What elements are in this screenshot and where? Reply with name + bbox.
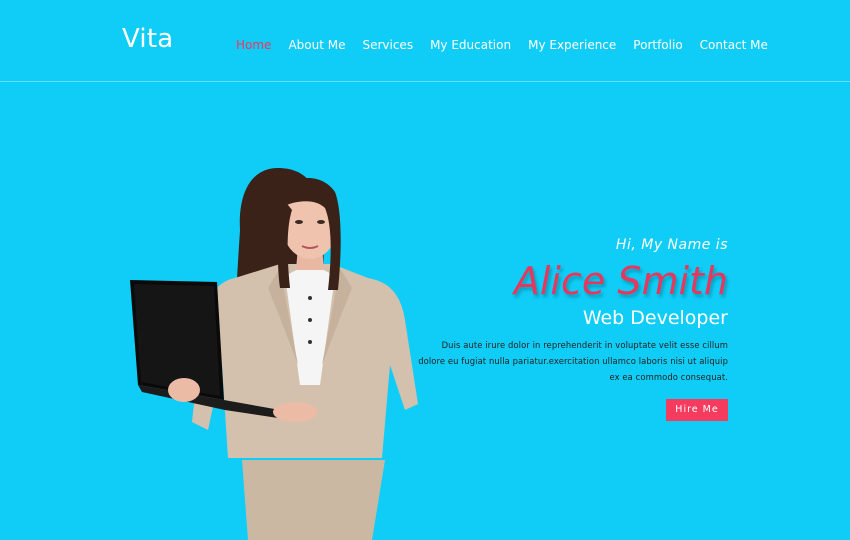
nav-link-about[interactable]: About Me [288, 38, 345, 52]
nav-item-education: My Education [430, 34, 511, 53]
nav-item-home: Home [236, 34, 271, 53]
hero-description: Duis aute irure dolor in reprehenderit i… [398, 337, 728, 385]
nav-link-contact[interactable]: Contact Me [700, 38, 768, 52]
hero-description-line: ex ea commodo consequat. [609, 372, 728, 382]
nav-link-home[interactable]: Home [236, 38, 271, 52]
nav-link-services[interactable]: Services [362, 38, 413, 52]
hero-role: Web Developer [582, 307, 728, 329]
main-nav: Home About Me Services My Education My E… [236, 34, 785, 53]
nav-item-services: Services [362, 34, 413, 53]
nav-link-experience[interactable]: My Experience [528, 38, 616, 52]
nav-item-portfolio: Portfolio [633, 34, 682, 53]
hero-description-line: Duis aute irure dolor in reprehenderit i… [441, 340, 728, 350]
logo[interactable]: Vita [122, 24, 173, 54]
hero-text: Hi, My Name is Alice Smith Web Developer… [398, 237, 728, 421]
nav-item-contact: Contact Me [700, 34, 768, 53]
nav-item-experience: My Experience [528, 34, 616, 53]
hero-greeting: Hi, My Name is [615, 237, 728, 253]
site-header: Vita Home About Me Services My Education… [0, 0, 850, 82]
hero-name: Alice Smith [513, 259, 728, 303]
hero-description-line: dolore eu fugiat nulla pariatur.exercita… [418, 356, 728, 366]
nav-link-portfolio[interactable]: Portfolio [633, 38, 682, 52]
profile-photo [130, 168, 418, 540]
nav-item-about: About Me [288, 34, 345, 53]
nav-link-education[interactable]: My Education [430, 38, 511, 52]
hire-me-button[interactable]: Hire Me [666, 399, 728, 421]
